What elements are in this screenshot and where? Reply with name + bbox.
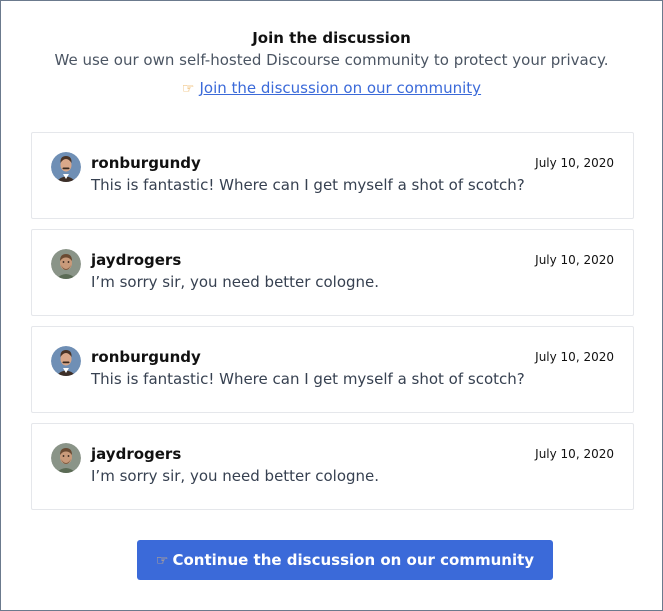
comment-date: July 10, 2020: [535, 447, 614, 461]
avatar-ronburgundy-icon: [51, 346, 81, 376]
comment-list: ronburgundy This is fantastic! Where can…: [31, 132, 634, 520]
discussion-subtitle: We use our own self-hosted Discourse com…: [54, 51, 609, 69]
comment-card: jaydrogers I’m sorry sir, you need bette…: [31, 229, 634, 316]
avatar-jaydrogers-icon: [51, 443, 81, 473]
avatar: [51, 152, 81, 182]
comment-username[interactable]: ronburgundy: [91, 347, 201, 367]
comment-date: July 10, 2020: [535, 253, 614, 267]
avatar: [51, 249, 81, 279]
comment-card: ronburgundy This is fantastic! Where can…: [31, 326, 634, 413]
comment-message: This is fantastic! Where can I get mysel…: [91, 370, 525, 388]
pointing-hand-icon: ☞: [181, 81, 195, 97]
avatar: [51, 443, 81, 473]
discussion-title: Join the discussion: [252, 29, 411, 47]
join-link-row: ☞ Join the discussion on our community: [1, 79, 662, 98]
join-discussion-link[interactable]: Join the discussion on our community: [199, 79, 481, 97]
avatar-ronburgundy-icon: [51, 152, 81, 182]
comment-message: This is fantastic! Where can I get mysel…: [91, 176, 525, 194]
continue-discussion-label: Continue the discussion on our community: [172, 551, 535, 569]
pointing-hand-icon: ☞: [155, 553, 169, 569]
avatar: [51, 346, 81, 376]
comment-message: I’m sorry sir, you need better cologne.: [91, 273, 380, 291]
discussion-header: Join the discussion We use our own self-…: [1, 1, 662, 98]
comment-username[interactable]: jaydrogers: [91, 444, 181, 464]
comment-message: I’m sorry sir, you need better cologne.: [91, 467, 380, 485]
avatar-jaydrogers-icon: [51, 249, 81, 279]
continue-discussion-button[interactable]: ☞ Continue the discussion on our communit…: [137, 540, 553, 580]
comment-date: July 10, 2020: [535, 350, 614, 364]
discussion-widget: Join the discussion We use our own self-…: [0, 0, 663, 611]
comment-username[interactable]: jaydrogers: [91, 250, 181, 270]
comment-username[interactable]: ronburgundy: [91, 153, 201, 173]
comment-card: ronburgundy This is fantastic! Where can…: [31, 132, 634, 219]
comment-date: July 10, 2020: [535, 156, 614, 170]
comment-card: jaydrogers I’m sorry sir, you need bette…: [31, 423, 634, 510]
